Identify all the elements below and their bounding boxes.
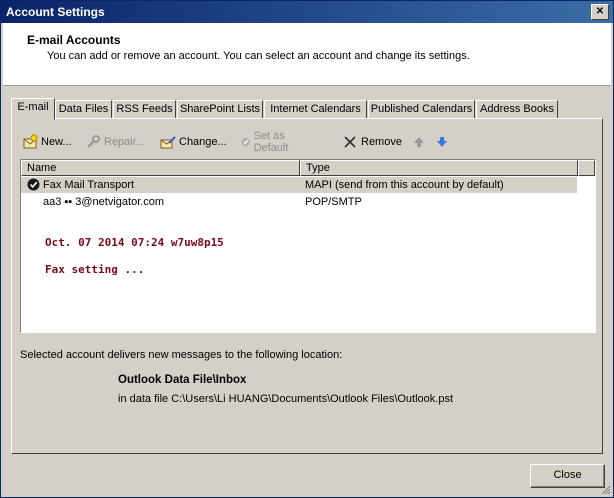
column-header-type[interactable]: Type <box>300 160 578 176</box>
arrow-down-icon <box>437 137 447 147</box>
arrow-up-icon <box>414 137 424 147</box>
account-row-pop[interactable]: aa3 ▪▪ 3@netvigator.com POP/SMTP <box>21 194 577 210</box>
close-button[interactable]: Close <box>530 464 605 488</box>
repair-tools-icon <box>87 135 100 148</box>
delivery-folder: Outlook Data File\Inbox <box>118 374 247 386</box>
account-list[interactable]: Name Type Fax Mail Transport MAPI (send … <box>20 159 596 333</box>
move-up-button[interactable] <box>411 132 427 152</box>
repair-button[interactable]: Repair... <box>85 132 145 152</box>
email-tab-panel: New... Repair... Change... Set as Defaul… <box>11 118 603 454</box>
tab-published-calendars[interactable]: Published Calendars <box>368 100 475 119</box>
resize-grip-icon[interactable] <box>599 483 611 495</box>
tab-data-files[interactable]: Data Files <box>55 100 112 119</box>
delivery-path: in data file C:\Users\Li HUANG\Documents… <box>118 393 454 405</box>
header-area: E-mail Accounts You can add or remove an… <box>3 23 611 86</box>
set-default-label: Set as Default <box>253 130 289 154</box>
delivery-intro: Selected account delivers new messages t… <box>20 349 343 361</box>
move-down-button[interactable] <box>434 132 450 152</box>
account-name: aa3 ▪▪ 3@netvigator.com <box>43 196 165 208</box>
remove-button[interactable]: Remove <box>342 132 402 152</box>
change-label: Change... <box>179 136 227 148</box>
set-default-button[interactable]: Set as Default <box>241 130 295 154</box>
header-title: E-mail Accounts <box>27 33 121 47</box>
tab-email[interactable]: E-mail <box>11 98 55 120</box>
close-icon[interactable]: ✕ <box>591 4 609 20</box>
window-title: Account Settings <box>6 5 105 19</box>
tab-sharepoint-lists[interactable]: SharePoint Lists <box>177 100 263 119</box>
tab-address-books[interactable]: Address Books <box>476 100 558 119</box>
tab-rss-feeds[interactable]: RSS Feeds <box>113 100 176 119</box>
fax-stamp-line-2: Fax setting ... <box>45 263 145 276</box>
account-type: POP/SMTP <box>305 196 362 208</box>
new-label: New... <box>41 136 72 148</box>
change-button[interactable]: Change... <box>160 132 227 152</box>
account-type: MAPI (send from this account by default) <box>305 179 504 191</box>
account-settings-window: Account Settings ✕ E-mail Accounts You c… <box>0 0 614 498</box>
check-circle-icon <box>241 137 250 147</box>
new-button[interactable]: New... <box>22 132 72 152</box>
remove-label: Remove <box>361 136 402 148</box>
change-account-icon <box>160 136 176 149</box>
default-account-check-icon <box>27 178 40 191</box>
header-subtitle: You can add or remove an account. You ca… <box>47 50 470 62</box>
remove-x-icon <box>344 136 356 148</box>
column-header-spacer <box>578 160 595 176</box>
tab-internet-calendars[interactable]: Internet Calendars <box>264 100 367 119</box>
fax-stamp-line-1: Oct. 07 2014 07:24 w7uw8p15 <box>45 236 224 249</box>
repair-label: Repair... <box>104 136 145 148</box>
title-bar[interactable]: Account Settings ✕ <box>1 1 613 23</box>
account-name: Fax Mail Transport <box>43 179 135 191</box>
column-header-name[interactable]: Name <box>21 160 300 176</box>
account-row-fax[interactable]: Fax Mail Transport MAPI (send from this … <box>21 177 577 193</box>
new-account-icon <box>23 134 38 149</box>
